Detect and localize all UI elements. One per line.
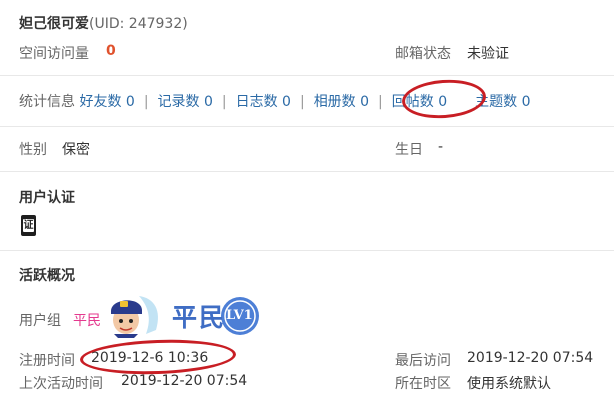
stat-blogs[interactable]: 日志数 0 <box>236 94 291 110</box>
id-card-icon[interactable]: 证 <box>21 215 36 236</box>
gender-label: 性别 <box>19 142 47 158</box>
divider <box>0 75 614 76</box>
email-status-value: 未验证 <box>467 46 509 62</box>
register-label: 注册时间 <box>19 353 75 369</box>
stat-records[interactable]: 记录数 0 <box>158 94 213 110</box>
separator: | <box>221 94 227 110</box>
id-card-badge-text: 证 <box>23 219 34 232</box>
group-value[interactable]: 平民 <box>73 310 101 330</box>
gender-value: 保密 <box>62 142 90 158</box>
rank-level: LV1 <box>226 308 253 323</box>
annotation-circle-replies <box>400 77 488 121</box>
stats-label: 统计信息 <box>19 94 75 110</box>
divider <box>0 171 614 172</box>
birthday-label: 生日 <box>395 142 423 158</box>
annotation-circle-register <box>79 337 237 377</box>
space-visits-label: 空间访问量 <box>19 46 89 62</box>
verification-title: 用户认证 <box>19 190 75 206</box>
uid: (UID: 247932) <box>89 16 188 32</box>
separator: | <box>299 94 305 110</box>
activity-title: 活跃概况 <box>19 268 75 284</box>
last-active-label: 上次活动时间 <box>19 376 103 392</box>
timezone-label: 所在时区 <box>395 376 451 392</box>
stat-friends[interactable]: 好友数 0 <box>79 94 134 110</box>
last-visit-value: 2019-12-20 07:54 <box>467 350 594 366</box>
divider <box>0 126 614 127</box>
space-visits-value: 0 <box>106 43 116 59</box>
email-status-label: 邮箱状态 <box>395 46 451 62</box>
rank-badge: 平民 LV1 <box>104 290 264 338</box>
rank-text: 平民 <box>172 303 227 332</box>
username: 妲己很可爱 <box>19 16 89 32</box>
divider <box>0 250 614 251</box>
last-active-value: 2019-12-20 07:54 <box>121 373 248 389</box>
stat-albums[interactable]: 相册数 0 <box>314 94 369 110</box>
last-visit-label: 最后访问 <box>395 353 451 369</box>
profile-header: 妲己很可爱(UID: 247932) <box>19 13 188 33</box>
birthday-value: - <box>438 139 444 155</box>
separator: | <box>143 94 149 110</box>
separator: | <box>378 94 383 110</box>
timezone-value: 使用系统默认 <box>467 376 551 392</box>
group-label: 用户组 <box>19 313 61 329</box>
